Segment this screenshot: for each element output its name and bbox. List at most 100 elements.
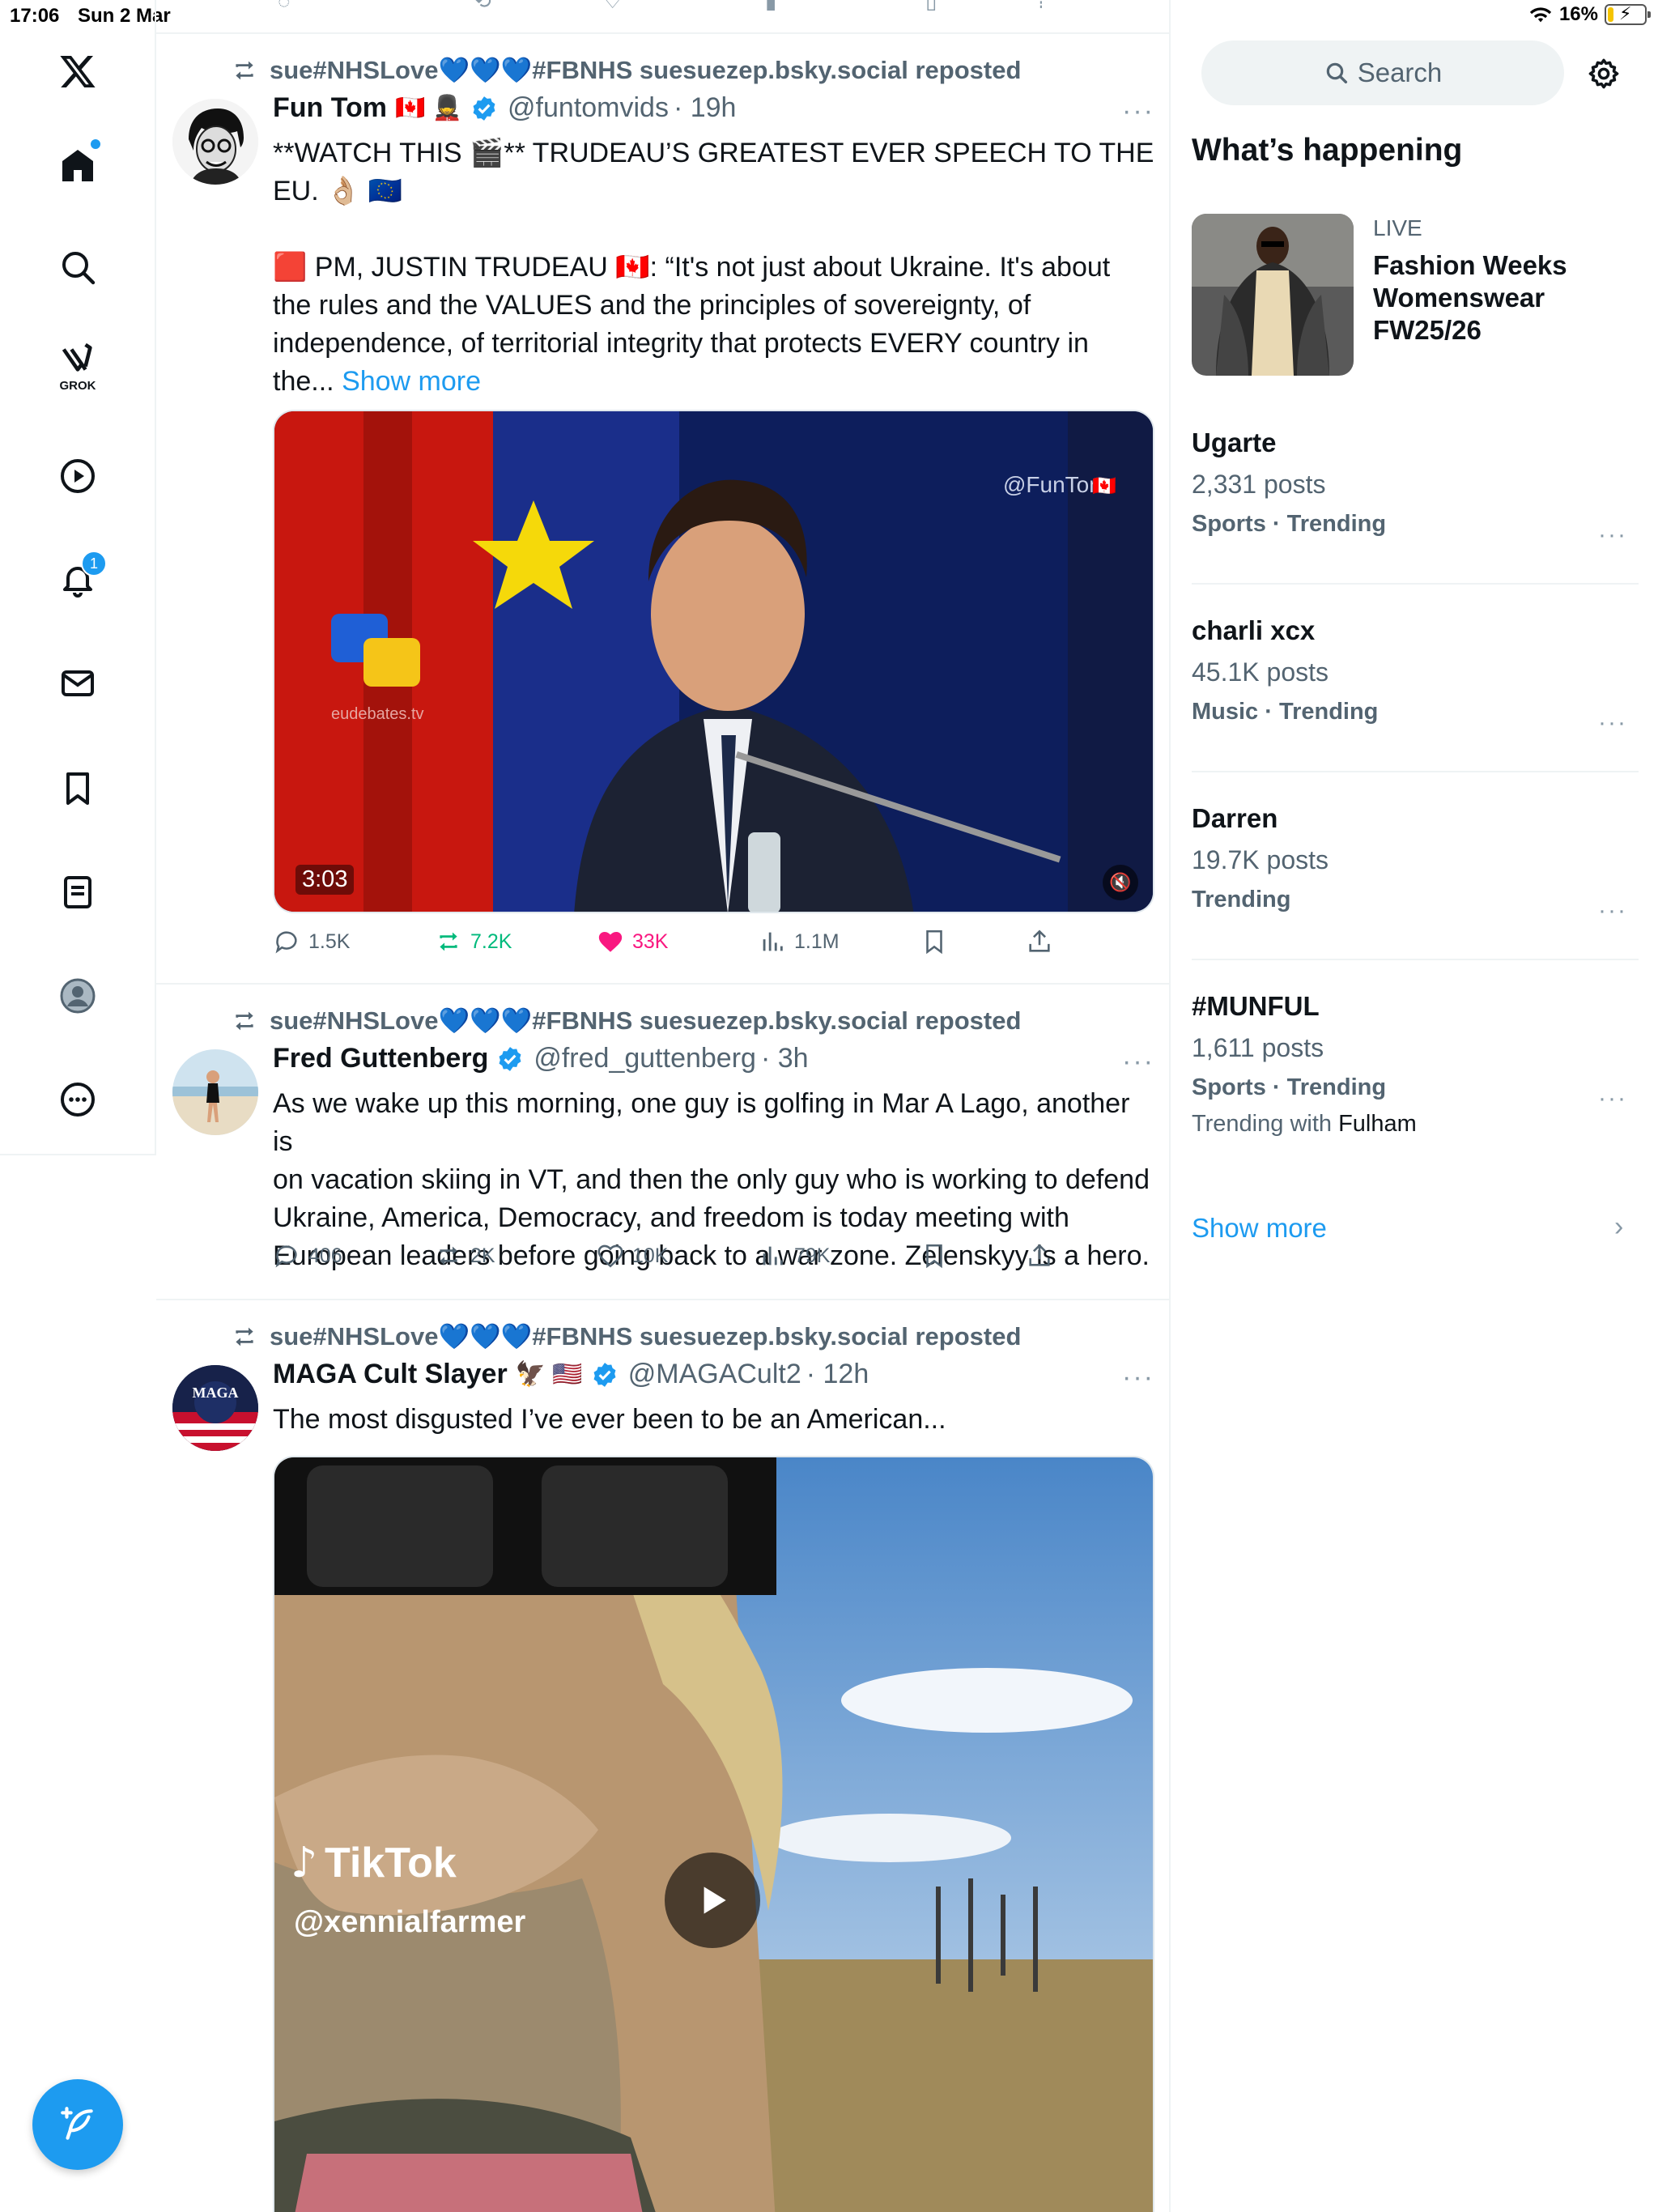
reply-button[interactable]: 1.5K	[273, 928, 350, 955]
show-more-trends-link[interactable]: Show more	[1192, 1213, 1327, 1244]
trend-with-name[interactable]: Fulham	[1338, 1111, 1417, 1137]
show-more-link[interactable]: Show more	[342, 366, 481, 397]
text-line: 🟥 PM, JUSTIN TRUDEAU 🇨🇦: “It's not just …	[273, 252, 1111, 283]
repost-icon	[440, 932, 457, 951]
text-line: The most disgusted I’ve ever been to be …	[273, 1404, 946, 1435]
trend-name: charli xcx	[1192, 615, 1316, 645]
views-count: 79K	[794, 1244, 831, 1267]
repost-button[interactable]: 2K	[435, 1242, 495, 1270]
display-name[interactable]: MAGA Cult Slayer	[273, 1359, 508, 1390]
reply-icon	[275, 1245, 297, 1268]
display-name[interactable]: Fun Tom	[273, 92, 387, 124]
repost-button[interactable]: 7.2K	[435, 928, 512, 955]
post-fredguttenberg[interactable]: sue#NHSLove💙💙💙#FBNHS suesuezep.bsky.soci…	[156, 985, 1169, 1300]
trend-more-icon[interactable]: ···	[1598, 1085, 1627, 1112]
prev-views-icon: ▮	[765, 0, 777, 13]
share-button[interactable]	[1026, 928, 1053, 955]
repost-user[interactable]: sue#NHSLove	[270, 1006, 438, 1035]
post-more-icon[interactable]: ···	[1122, 1046, 1154, 1078]
post-more-icon[interactable]: ···	[1122, 1362, 1154, 1393]
handle[interactable]: @fred_guttenberg	[534, 1043, 756, 1074]
notifications-badge: 1	[81, 551, 107, 576]
repost-indicator: sue#NHSLove💙💙💙#FBNHS suesuezep.bsky.soci…	[231, 1321, 1021, 1351]
settings-gear-icon[interactable]	[1587, 57, 1621, 91]
share-icon	[1029, 929, 1050, 952]
compose-post-button[interactable]	[32, 2079, 123, 2170]
repost-user[interactable]: sue#NHSLove	[270, 56, 438, 84]
views-button[interactable]: 79K	[759, 1242, 830, 1270]
repost-indicator: sue#NHSLove💙💙💙#FBNHS suesuezep.bsky.soci…	[231, 55, 1021, 85]
bookmark-button[interactable]	[920, 928, 948, 955]
text-line: the rules and the VALUES and the princip…	[273, 290, 1031, 321]
like-count: 33K	[632, 929, 669, 953]
text-line: EU. 👌🏼 🇪🇺	[273, 176, 403, 206]
trend-count: 1,611 posts	[1192, 1033, 1324, 1062]
post-header: Fred Guttenberg @fred_guttenberg · 3h	[273, 1043, 809, 1074]
trend-item[interactable]: #MUNFUL 1,611 posts Sports · Trending Tr…	[1192, 991, 1639, 1169]
trend-category: Sports · Trending	[1192, 511, 1387, 537]
reply-button[interactable]: 406	[273, 1242, 342, 1270]
trend-item[interactable]: Darren 19.7K posts Trending ···	[1192, 803, 1639, 960]
trend-more-icon[interactable]: ···	[1598, 709, 1627, 737]
trend-more-icon[interactable]: ···	[1598, 897, 1627, 925]
profile-icon[interactable]	[45, 963, 110, 1028]
display-name[interactable]: Fred Guttenberg	[273, 1043, 488, 1074]
home-timeline: ◌ ⟲ ♡ ▮ ▯ ⇡ sue#NHSLove💙💙💙#FBNHS suesuez…	[156, 0, 1171, 2212]
mute-icon[interactable]: 🔇	[1103, 865, 1138, 900]
like-button[interactable]: 33K	[597, 928, 668, 955]
play-button[interactable]	[665, 1853, 760, 1948]
video-play-icon[interactable]	[45, 444, 110, 508]
post-time: · 19h	[673, 92, 737, 123]
notifications-bell-icon[interactable]: 1	[45, 547, 110, 612]
reply-icon	[275, 931, 297, 954]
eudebates-label: eudebates.tv	[331, 705, 424, 723]
like-button[interactable]: 10K	[597, 1242, 668, 1270]
share-button[interactable]	[1026, 1242, 1053, 1270]
post-funtom[interactable]: sue#NHSLove💙💙💙#FBNHS suesuezep.bsky.soci…	[156, 34, 1169, 985]
live-event-image	[1192, 214, 1354, 376]
post-video[interactable]: TikTok @xennialfarmer ♪	[273, 1456, 1154, 2212]
bookmark-button[interactable]	[920, 1242, 948, 1270]
views-chart-icon	[763, 1246, 783, 1266]
handle[interactable]: @funtomvids	[508, 92, 669, 124]
post-time: · 3h	[760, 1043, 809, 1074]
avatar[interactable]	[172, 1049, 258, 1135]
handle[interactable]: @MAGACult2	[628, 1359, 801, 1390]
x-logo-icon[interactable]	[45, 39, 110, 104]
post-magacultslayer[interactable]: sue#NHSLove💙💙💙#FBNHS suesuezep.bsky.soci…	[156, 1300, 1169, 2212]
bookmarks-icon[interactable]	[45, 756, 110, 821]
trend-count: 45.1K posts	[1192, 657, 1329, 687]
explore-search-icon[interactable]	[45, 235, 110, 300]
text-line: **WATCH THIS 🎬** TRUDEAU’S GREATEST EVER…	[273, 138, 1154, 168]
live-event[interactable]: LIVE Fashion Weeks Womenswear FW25/26	[1192, 214, 1635, 376]
post-text: **WATCH THIS 🎬** TRUDEAU’S GREATEST EVER…	[273, 134, 1155, 401]
verified-badge-icon	[499, 1046, 521, 1071]
grok-icon[interactable]: GROK	[45, 334, 110, 398]
prev-like-icon: ♡	[603, 0, 623, 13]
views-button[interactable]: 1.1M	[759, 928, 840, 955]
repost-user[interactable]: sue#NHSLove	[270, 1322, 438, 1351]
lists-icon[interactable]	[45, 860, 110, 925]
live-tag: LIVE	[1373, 215, 1422, 240]
post-more-icon[interactable]: ···	[1122, 96, 1154, 127]
avatar-text: MAGA	[193, 1385, 239, 1401]
trend-item[interactable]: charli xcx 45.1K posts Music · Trending …	[1192, 615, 1639, 772]
trend-more-icon[interactable]: ···	[1598, 521, 1627, 549]
repost-icon	[236, 61, 253, 79]
prev-repost-icon: ⟲	[474, 0, 491, 13]
avatar[interactable]: MAGA	[172, 1365, 258, 1451]
avatar[interactable]	[172, 99, 258, 185]
post-video[interactable]: @FunTom 🇨🇦 eudebates.tv 3:03 🔇	[273, 410, 1154, 913]
left-navigation: GROK 1	[0, 0, 156, 1155]
repost-tail: #FBNHS suesuezep.bsky.social reposted	[532, 56, 1022, 84]
post-actions: 1.5K 7.2K 33K 1.1M	[273, 928, 1131, 963]
home-icon[interactable]	[45, 133, 110, 198]
tiktok-label: TikTok	[325, 1840, 457, 1887]
heart-filled-icon	[598, 931, 623, 952]
search-input[interactable]: Search	[1201, 40, 1564, 105]
search-icon	[1326, 62, 1347, 84]
more-options-icon[interactable]	[45, 1067, 110, 1132]
prev-reply-icon: ◌	[278, 0, 291, 13]
messages-envelope-icon[interactable]	[45, 651, 110, 716]
trend-item[interactable]: Ugarte 2,331 posts Sports · Trending ···	[1192, 428, 1639, 585]
